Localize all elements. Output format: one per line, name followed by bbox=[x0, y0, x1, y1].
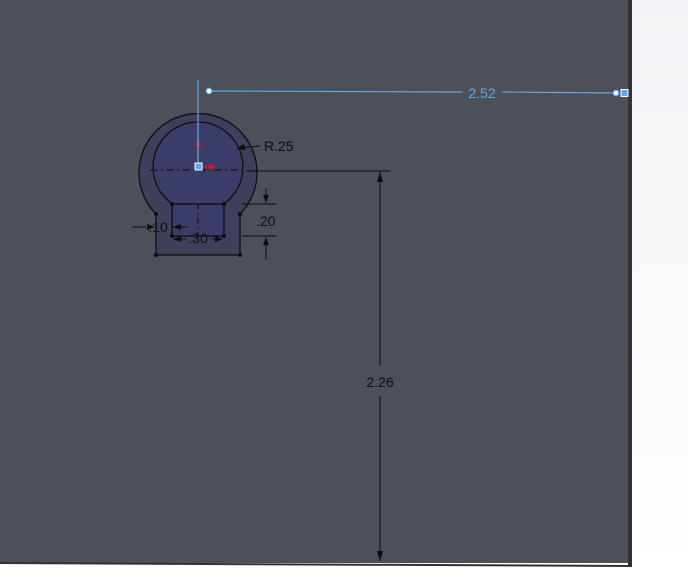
part-face-bottom-edge bbox=[0, 562, 633, 567]
dimension-value-horizontal[interactable]: 2.52 bbox=[468, 85, 495, 101]
part-face[interactable] bbox=[0, 0, 628, 563]
dimension-value-slot-width[interactable]: .30 bbox=[188, 230, 208, 246]
part-face-side-edge bbox=[628, 0, 632, 566]
graphics-viewport[interactable]: 2.52 R.25 2.26 .20 .30 .10 bbox=[0, 0, 688, 573]
dimension-grip-handle[interactable] bbox=[620, 89, 629, 97]
sketch-canvas[interactable]: 2.52 R.25 2.26 .20 .30 .10 bbox=[0, 0, 688, 573]
sketch-point[interactable] bbox=[170, 234, 174, 238]
dimension-value-vertical[interactable]: 2.26 bbox=[366, 374, 393, 390]
sketch-point[interactable] bbox=[170, 202, 174, 206]
sketch-point[interactable] bbox=[222, 234, 226, 238]
sketch-point[interactable] bbox=[222, 202, 226, 206]
dimension-endpoint-handle[interactable] bbox=[205, 87, 213, 95]
dimension-value-radius[interactable]: R.25 bbox=[264, 138, 294, 154]
sketch-point[interactable] bbox=[154, 253, 158, 257]
center-point-handle[interactable] bbox=[194, 162, 203, 171]
sketch-point[interactable] bbox=[238, 253, 242, 257]
sketch-point[interactable] bbox=[154, 212, 158, 216]
dimension-value-slot-height[interactable]: .20 bbox=[256, 213, 276, 229]
dimension-endpoint-handle[interactable] bbox=[612, 89, 620, 97]
sketch-point[interactable] bbox=[238, 212, 242, 216]
dimension-value-wall[interactable]: .10 bbox=[148, 219, 168, 235]
